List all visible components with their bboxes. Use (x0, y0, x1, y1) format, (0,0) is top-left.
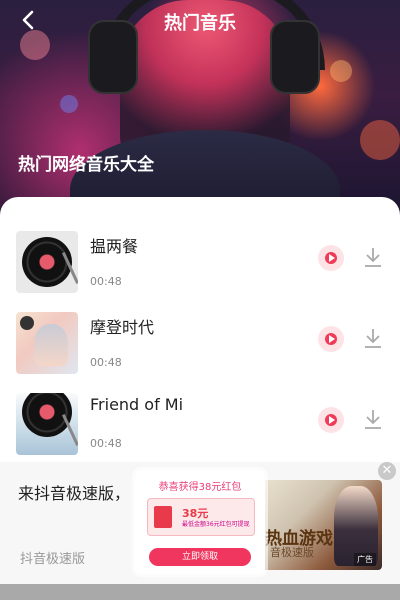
song-cover (16, 231, 78, 293)
ad-brand: 抖音极速版 (20, 552, 86, 567)
page-title: 热门音乐 (164, 13, 236, 34)
song-duration: 00:48 (90, 275, 122, 288)
download-icon (365, 248, 381, 267)
bokeh-light (60, 95, 78, 113)
game-subtitle: 音极速版 (270, 546, 314, 559)
page-subtitle: 热门网络音乐大全 (18, 155, 154, 175)
song-row[interactable]: 揾两餐 00:48 (0, 231, 400, 301)
download-button[interactable] (362, 245, 384, 269)
ad-title: 来抖音极速版， (18, 484, 131, 503)
bokeh-light (330, 60, 352, 82)
ad-label: 广告 (354, 553, 376, 566)
coupon: 38元 最低金额36元红包可提现 (147, 498, 255, 536)
coupon-desc: 最低金额36元红包可提现 (182, 521, 250, 528)
play-button[interactable] (318, 245, 344, 271)
ad-game-image[interactable]: 热血游戏 音极速版 广告 (262, 480, 382, 570)
song-cover (16, 393, 78, 455)
download-button[interactable] (362, 326, 384, 350)
vinyl-record-icon (22, 237, 72, 287)
song-row[interactable]: 摩登时代 00:48 (0, 312, 400, 382)
song-duration: 00:48 (90, 356, 122, 369)
cover-badge-icon (20, 316, 34, 330)
download-icon (365, 329, 381, 348)
song-title: Friend of Mi (90, 395, 184, 414)
song-duration: 00:48 (90, 437, 122, 450)
song-title: 揾两餐 (90, 237, 139, 256)
play-button[interactable] (318, 407, 344, 433)
song-cover (16, 312, 78, 374)
download-icon (365, 410, 381, 429)
red-envelope-icon (154, 506, 172, 528)
song-row[interactable]: Friend of Mi 00:48 (0, 393, 400, 463)
ad-banner[interactable]: 来抖音极速版， 抖音极速版 热血游戏 音极速版 广告 恭喜获得38元红包 38元… (0, 462, 400, 600)
download-button[interactable] (362, 407, 384, 431)
play-button[interactable] (318, 326, 344, 352)
song-title: 摩登时代 (90, 318, 155, 337)
hero-banner: 热门音乐 热门网络音乐大全 (0, 0, 400, 215)
anime-art-icon (34, 324, 68, 366)
ad-content[interactable]: 来抖音极速版， 抖音极速版 热血游戏 音极速版 广告 恭喜获得38元红包 38元… (0, 462, 400, 584)
claim-button[interactable]: 立即领取 (149, 548, 251, 566)
popup-title: 恭喜获得38元红包 (158, 482, 242, 493)
bokeh-light (360, 120, 400, 160)
close-icon[interactable]: ✕ (378, 462, 396, 480)
red-packet-popup[interactable]: 恭喜获得38元红包 38元 最低金额36元红包可提现 立即领取 (135, 470, 265, 574)
